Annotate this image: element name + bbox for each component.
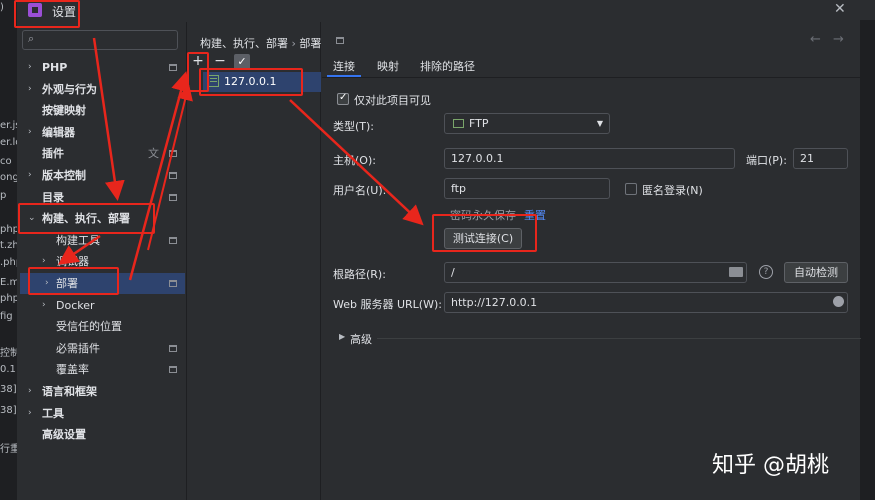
arrow-deploy-to-add (128, 71, 191, 281)
arrow-build-to-deploy (57, 234, 101, 265)
arrow-title-to-build (92, 37, 125, 201)
arrow-server-to-test (289, 99, 424, 226)
watermark-text: 知乎 @胡桃 (712, 453, 829, 478)
annotation-arrows (57, 37, 424, 281)
arrow-deploy-to-add-2 (147, 84, 193, 251)
